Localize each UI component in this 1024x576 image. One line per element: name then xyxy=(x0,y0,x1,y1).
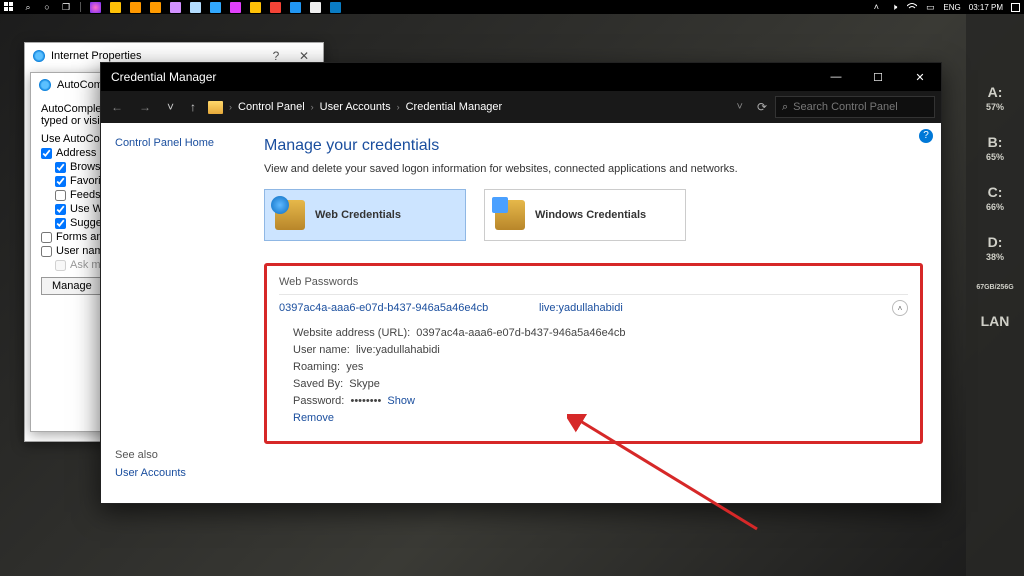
taskbar-app[interactable] xyxy=(170,2,181,13)
taskbar-app[interactable] xyxy=(190,2,201,13)
page-title: Manage your credentials xyxy=(264,137,923,155)
dialog-title: Internet Properties xyxy=(51,50,142,62)
credential-details: Website address (URL): 0397ac4a-aaa6-e07… xyxy=(279,321,908,427)
taskbar-app[interactable] xyxy=(270,2,281,13)
windows-credentials-card[interactable]: Windows Credentials xyxy=(484,189,686,241)
search-icon: ⌕ xyxy=(782,101,788,114)
taskbar-app[interactable] xyxy=(110,2,121,13)
cortana-icon[interactable]: ○ xyxy=(42,2,52,12)
taskbar-app[interactable] xyxy=(130,2,141,13)
taskbar-app[interactable] xyxy=(90,2,101,13)
taskbar-app[interactable] xyxy=(210,2,221,13)
clock[interactable]: 03:17 PM xyxy=(969,3,1003,12)
nav-forward-icon[interactable]: → xyxy=(135,100,155,114)
window-navbar: ← → ˅ ↑ › Control Panel › User Accounts … xyxy=(101,91,941,123)
breadcrumb-item[interactable]: User Accounts xyxy=(320,101,391,113)
refresh-icon[interactable]: ⟳ xyxy=(757,100,767,114)
section-header: Web Passwords xyxy=(279,276,908,288)
taskbar: ⌕ ○ ❐ ˄ 🕨 ▭ ENG 03:17 PM xyxy=(0,0,1024,14)
desktop-side-widget: A:57% B:65% C:66% D:38% 67GB/256G LAN xyxy=(966,14,1024,576)
nav-recent-icon[interactable]: ˅ xyxy=(163,100,178,114)
notifications-icon[interactable] xyxy=(1011,3,1020,12)
credential-url: 0397ac4a-aaa6-e07d-b437-946a5a46e4cb xyxy=(279,302,539,314)
taskbar-app[interactable] xyxy=(250,2,261,13)
page-subtitle: View and delete your saved logon informa… xyxy=(264,163,923,175)
volume-icon[interactable]: 🕨 xyxy=(889,2,899,12)
taskbar-app[interactable] xyxy=(330,2,341,13)
user-accounts-link[interactable]: User Accounts xyxy=(115,467,246,479)
web-passwords-section: Web Passwords 0397ac4a-aaa6-e07d-b437-94… xyxy=(264,263,923,444)
remove-credential-link[interactable]: Remove xyxy=(293,412,334,424)
see-also-label: See also xyxy=(115,449,246,461)
web-credentials-icon xyxy=(275,200,305,230)
close-button[interactable]: ✕ xyxy=(899,63,941,91)
breadcrumb-item[interactable]: Credential Manager xyxy=(406,101,503,113)
window-title: Credential Manager xyxy=(111,70,216,84)
chevron-down-icon[interactable]: ˅ xyxy=(737,101,743,113)
nav-back-icon[interactable]: ← xyxy=(107,100,127,114)
taskview-icon[interactable]: ❐ xyxy=(61,2,71,12)
ie-icon xyxy=(33,50,45,62)
tray-up-icon[interactable]: ˄ xyxy=(871,2,881,12)
taskbar-app[interactable] xyxy=(150,2,161,13)
help-icon[interactable]: ? xyxy=(919,129,933,143)
manage-button[interactable]: Manage xyxy=(41,277,103,295)
credential-account: live:yadullahabidi xyxy=(539,302,892,314)
main-content: ? Manage your credentials View and delet… xyxy=(246,123,941,503)
taskbar-app[interactable] xyxy=(310,2,321,13)
minimize-button[interactable]: — xyxy=(815,63,857,91)
taskbar-app[interactable] xyxy=(230,2,241,13)
wifi-icon[interactable] xyxy=(907,2,917,12)
folder-icon xyxy=(208,101,223,114)
credential-row[interactable]: 0397ac4a-aaa6-e07d-b437-946a5a46e4cb liv… xyxy=(279,294,908,321)
search-icon[interactable]: ⌕ xyxy=(23,2,33,12)
window-titlebar[interactable]: Credential Manager — ☐ ✕ xyxy=(101,63,941,91)
ie-icon xyxy=(39,79,51,91)
maximize-button[interactable]: ☐ xyxy=(857,63,899,91)
close-icon[interactable]: ✕ xyxy=(293,49,315,63)
breadcrumb[interactable]: › Control Panel › User Accounts › Creden… xyxy=(208,101,749,114)
breadcrumb-item[interactable]: Control Panel xyxy=(238,101,305,113)
credential-manager-window: Credential Manager — ☐ ✕ ← → ˅ ↑ › Contr… xyxy=(100,62,942,504)
language-indicator[interactable]: ENG xyxy=(943,3,960,12)
help-button[interactable]: ? xyxy=(265,49,287,63)
sidebar: Control Panel Home See also User Account… xyxy=(101,123,246,503)
show-password-link[interactable]: Show xyxy=(387,395,415,407)
web-credentials-card[interactable]: Web Credentials xyxy=(264,189,466,241)
battery-icon[interactable]: ▭ xyxy=(925,2,935,12)
taskbar-app[interactable] xyxy=(290,2,301,13)
windows-credentials-icon xyxy=(495,200,525,230)
collapse-icon[interactable]: ˄ xyxy=(892,300,908,316)
control-panel-home-link[interactable]: Control Panel Home xyxy=(115,137,246,149)
search-input[interactable]: ⌕ Search Control Panel xyxy=(775,96,935,118)
start-icon[interactable] xyxy=(4,2,14,12)
nav-up-icon[interactable]: ↑ xyxy=(186,100,200,114)
